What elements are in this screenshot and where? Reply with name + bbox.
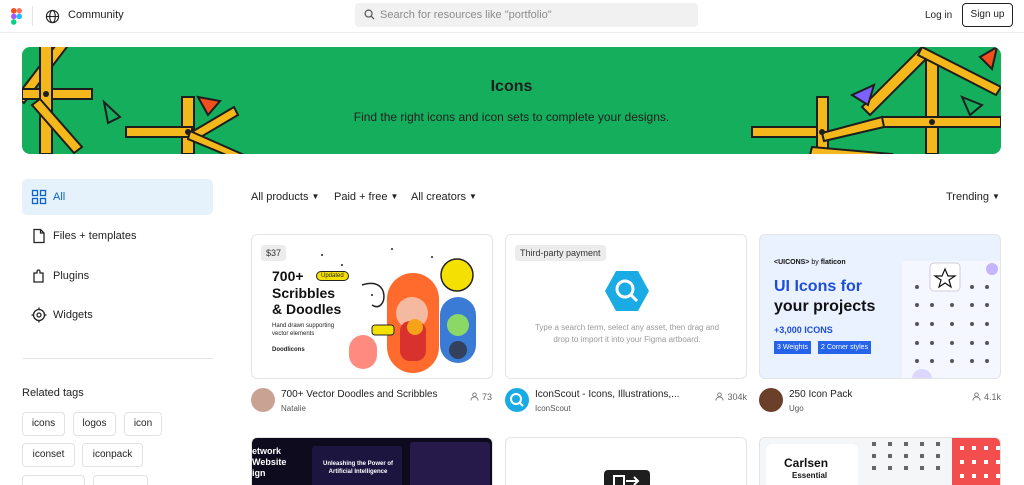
tag-partial[interactable]: [93, 475, 148, 485]
icon-grid-preview: [902, 261, 1000, 378]
thumb-text: Carlsen: [784, 456, 829, 470]
banner-title: Icons: [490, 78, 533, 95]
widget-icon: [31, 307, 47, 323]
avatar[interactable]: [251, 388, 275, 412]
file-icon: [33, 228, 45, 244]
resource-card-icon-pack[interactable]: <UICONS> by flaticon UI Icons for your p…: [759, 234, 1001, 379]
login-link[interactable]: Log in: [925, 10, 952, 21]
sidebar-item-plugins[interactable]: Plugins: [22, 258, 213, 294]
thumb-text: Essential: [792, 471, 828, 480]
user-icon: [715, 392, 725, 401]
user-count-value: 304k: [727, 392, 747, 402]
sidebar-item-all[interactable]: All: [22, 179, 213, 215]
figma-logo-icon[interactable]: [11, 8, 22, 25]
sidebar-item-widgets[interactable]: Widgets: [22, 297, 213, 333]
globe-icon: [45, 9, 60, 24]
top-bar: Community Search for resources like "por…: [0, 0, 1024, 33]
resource-author[interactable]: Natalie: [281, 404, 306, 413]
search-placeholder: Search for resources like "portfolio": [380, 9, 552, 21]
user-icon: [972, 392, 981, 401]
sort-label: Trending: [946, 191, 990, 203]
thumb-updated-badge: Updated: [316, 271, 349, 281]
filter-pricing[interactable]: Paid + free ▼: [334, 191, 398, 203]
thumb-text: etwork: [252, 446, 282, 456]
signup-button[interactable]: Sign up: [962, 3, 1013, 27]
plugin-icon: [33, 269, 44, 283]
thumb-headline: & Doodles: [272, 301, 342, 317]
resource-author[interactable]: IconScout: [535, 404, 571, 413]
thumb-headline: Scribbles: [272, 285, 336, 301]
tag-iconpack[interactable]: iconpack: [82, 443, 143, 467]
thumb-brand: <UICONS>: [774, 259, 810, 266]
search-input[interactable]: Search for resources like "portfolio": [355, 3, 698, 27]
filter-creators-label: All creators: [411, 191, 467, 203]
chevron-down-icon: ▼: [469, 192, 477, 201]
thumb-headline: your projects: [774, 298, 876, 315]
user-count: 73: [454, 392, 492, 402]
thumb-instructions: Type a search term, select any asset, th…: [534, 323, 720, 344]
icon-grid-preview: [872, 438, 1000, 485]
arrow-login-icon: [604, 470, 650, 485]
sidebar-divider: [22, 358, 213, 359]
resource-title[interactable]: 700+ Vector Doodles and Scribbles: [281, 389, 438, 400]
resource-title[interactable]: IconScout - Icons, Illustrations,...: [535, 389, 680, 400]
filter-pricing-label: Paid + free: [334, 191, 388, 203]
sidebar-item-label: All: [53, 191, 66, 203]
avatar[interactable]: [505, 388, 529, 412]
resource-card-carlsen[interactable]: Carlsen Essential: [759, 437, 1001, 485]
tag-icons[interactable]: icons: [22, 412, 65, 436]
thumb-brand-by: by: [811, 259, 819, 266]
resource-title[interactable]: 250 Icon Pack: [789, 389, 852, 400]
sidebar-item-label: Plugins: [53, 270, 90, 282]
sort-dropdown[interactable]: Trending ▼: [946, 191, 1000, 203]
grid-icon: [31, 189, 47, 205]
thumb-count: +3,000 ICONS: [774, 325, 833, 335]
flaticon-brand: flaticon: [820, 259, 846, 266]
related-tags-title: Related tags: [22, 387, 84, 399]
sidebar-item-label: Widgets: [53, 309, 93, 321]
tag-icon[interactable]: icon: [124, 412, 162, 436]
filter-creators[interactable]: All creators ▼: [411, 191, 477, 203]
user-count-value: 4.1k: [983, 392, 1001, 402]
resource-author[interactable]: Ugo: [789, 404, 804, 413]
thumb-description: Hand drawn supporting vector elements: [272, 323, 335, 337]
thumb-text: Website: [252, 457, 287, 467]
thumb-headline: UI Icons for: [774, 278, 863, 295]
user-count: 304k: [702, 392, 747, 402]
banner-subtitle: Find the right icons and icon sets to co…: [353, 110, 670, 124]
tag-iconset[interactable]: iconset: [22, 443, 75, 467]
filter-products-label: All products: [251, 191, 309, 203]
resource-card-network-website[interactable]: etwork Website ign Unleashing the Power …: [251, 437, 493, 485]
chevron-down-icon: ▼: [992, 192, 1000, 201]
category-banner: Icons Find the right icons and icon sets…: [22, 47, 1001, 154]
iconscout-avatar-icon: [510, 393, 524, 407]
tag-logos[interactable]: logos: [73, 412, 116, 436]
price-badge: Third-party payment: [515, 245, 606, 261]
user-icon: [470, 392, 479, 401]
avatar[interactable]: [759, 388, 783, 412]
sidebar-item-files-templates[interactable]: Files + templates: [22, 218, 213, 254]
thumb-text: Artificial Intelligence: [328, 469, 388, 475]
filter-products[interactable]: All products ▼: [251, 191, 319, 203]
search-icon: [364, 9, 375, 20]
sidebar-item-label: Files + templates: [53, 230, 137, 242]
thumb-brand: DoodIicons: [272, 347, 305, 353]
community-link[interactable]: Community: [68, 9, 124, 21]
header-divider: [32, 6, 33, 26]
user-count-value: 73: [481, 392, 492, 402]
resource-card-unnamed[interactable]: [505, 437, 747, 485]
chevron-down-icon: ▼: [390, 192, 399, 201]
iconscout-logo-icon: [605, 271, 649, 311]
banner-decoration: [22, 47, 1001, 154]
thumb-text: Unleashing the Power of: [322, 461, 393, 467]
tag-partial[interactable]: [22, 475, 85, 485]
user-count: 4.1k: [960, 392, 1001, 402]
chevron-down-icon: ▼: [311, 192, 320, 201]
thumb-chip: 3 Weights: [774, 341, 811, 354]
thumb-text: ign: [252, 468, 266, 478]
resource-card-doodles[interactable]: $37 700+ Updated Scribbles & Doodles Han…: [251, 234, 493, 379]
resource-card-iconscout[interactable]: Third-party payment Type a search term, …: [505, 234, 747, 379]
thumb-chip: 2 Corner styles: [818, 341, 872, 354]
thumb-headline: 700+: [272, 268, 304, 284]
